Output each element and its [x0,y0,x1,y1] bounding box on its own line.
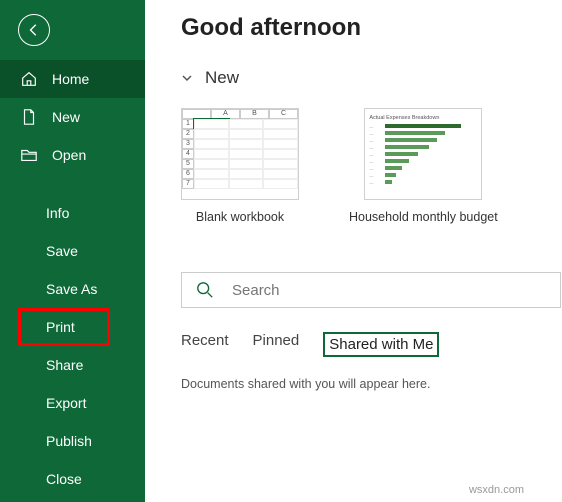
new-section-label: New [205,68,239,88]
nav-info[interactable]: Info [0,194,145,232]
nav-close[interactable]: Close [0,460,145,498]
nav-save-as[interactable]: Save As [0,270,145,308]
nav-home-label: Home [52,71,89,87]
tab-shared-with-me[interactable]: Shared with Me [323,332,439,357]
main-area: Good afternoon New ABC 1 2 3 4 5 6 7 Bla… [145,0,562,502]
document-tabs: Recent Pinned Shared with Me [181,332,562,357]
nav-save[interactable]: Save [0,232,145,270]
back-arrow-icon [27,23,41,37]
blank-workbook-thumb: ABC 1 2 3 4 5 6 7 [181,108,299,200]
nav-publish[interactable]: Publish [0,422,145,460]
chevron-down-icon [181,72,193,84]
new-file-icon [20,108,38,126]
template-gallery: ABC 1 2 3 4 5 6 7 Blank workbook Actual … [181,108,562,224]
page-title: Good afternoon [181,14,562,42]
template-household-budget[interactable]: Actual Expenses Breakdown — — — — — — — … [349,108,498,224]
tab-pinned[interactable]: Pinned [253,332,300,357]
new-section-header[interactable]: New [181,68,562,88]
tab-recent[interactable]: Recent [181,332,229,357]
budget-thumb: Actual Expenses Breakdown — — — — — — — … [364,108,482,200]
open-folder-icon [20,146,38,164]
nav-share[interactable]: Share [0,346,145,384]
template-blank-label: Blank workbook [196,210,284,224]
search-input[interactable] [232,282,546,299]
nav-print[interactable]: Print [0,308,145,346]
nav-open[interactable]: Open [0,136,145,174]
watermark: wsxdn.com [469,484,524,496]
template-budget-label: Household monthly budget [349,210,498,224]
nav-export[interactable]: Export [0,384,145,422]
backstage-sidebar: Home New Open Info Save Save As Print Sh… [0,0,145,502]
search-icon [196,281,214,299]
back-button[interactable] [18,14,50,46]
search-box[interactable] [181,272,561,308]
template-blank-workbook[interactable]: ABC 1 2 3 4 5 6 7 Blank workbook [181,108,299,224]
nav-home[interactable]: Home [0,60,145,98]
nav-new[interactable]: New [0,98,145,136]
shared-empty-message: Documents shared with you will appear he… [181,377,562,391]
nav-open-label: Open [52,147,86,163]
home-icon [20,70,38,88]
nav-new-label: New [52,109,80,125]
